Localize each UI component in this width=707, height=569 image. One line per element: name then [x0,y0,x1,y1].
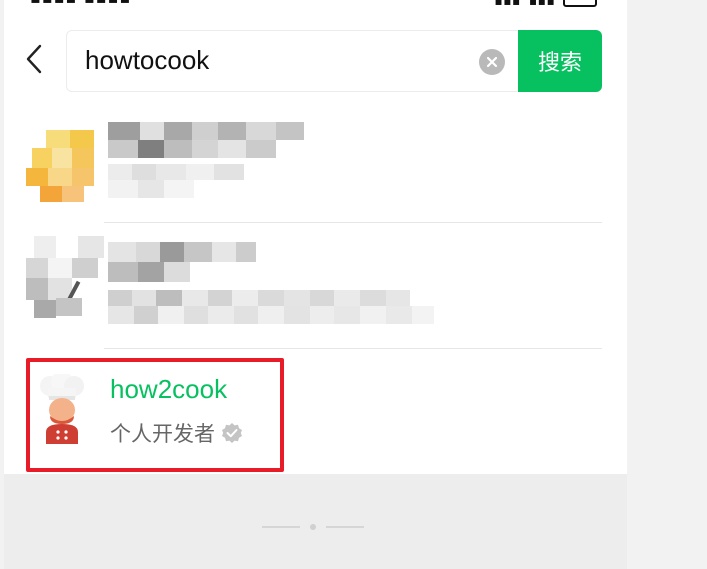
result-subtitle: 个人开发者 [110,418,243,448]
dot-icon [310,524,316,530]
search-button[interactable]: 搜索 [518,30,602,92]
search-input[interactable]: howtocook [66,30,522,92]
verified-badge-icon [222,423,242,443]
chef-avatar-icon [40,374,84,444]
result-subtitle-obscured [108,164,248,198]
result-title: how2cook [110,374,228,404]
search-result-item[interactable] [4,226,627,349]
search-result-how2cook[interactable]: how2cook 个人开发者 [4,352,627,468]
network-speed-icon: ▪ [479,0,486,3]
search-input-text: howtocook [85,45,210,75]
divider [104,348,602,349]
status-icons: ▪ ▮▮▮ ▮▮▮ [479,0,597,7]
divider-line [326,526,364,528]
search-result-item[interactable] [4,110,627,223]
clear-search-button[interactable] [479,49,505,75]
result-title-obscured [108,242,258,282]
result-subtitle-obscured [108,290,434,324]
developer-type-label: 个人开发者 [110,422,215,446]
close-icon [486,56,498,68]
results-footer [4,474,627,569]
avatar-obscured [26,236,106,320]
signal-icon: ▮▮▮ [494,0,520,7]
search-bar: howtocook 搜索 [4,28,627,92]
chevron-left-icon [26,44,42,74]
battery-icon [563,0,597,7]
result-title-obscured [108,122,308,158]
status-bar: ▪▪▪▪ ▪▪▪▪ ▪ ▮▮▮ ▮▮▮ [4,0,627,8]
status-time-obscured: ▪▪▪▪ ▪▪▪▪ [30,0,131,7]
divider [104,222,602,223]
back-button[interactable] [22,44,46,74]
avatar-obscured [26,130,98,202]
phone-screen: ▪▪▪▪ ▪▪▪▪ ▪ ▮▮▮ ▮▮▮ howtocook 搜索 [4,0,627,569]
signal-icon-2: ▮▮▮ [529,0,555,7]
end-of-list-indicator [262,524,364,530]
divider-line [262,526,300,528]
